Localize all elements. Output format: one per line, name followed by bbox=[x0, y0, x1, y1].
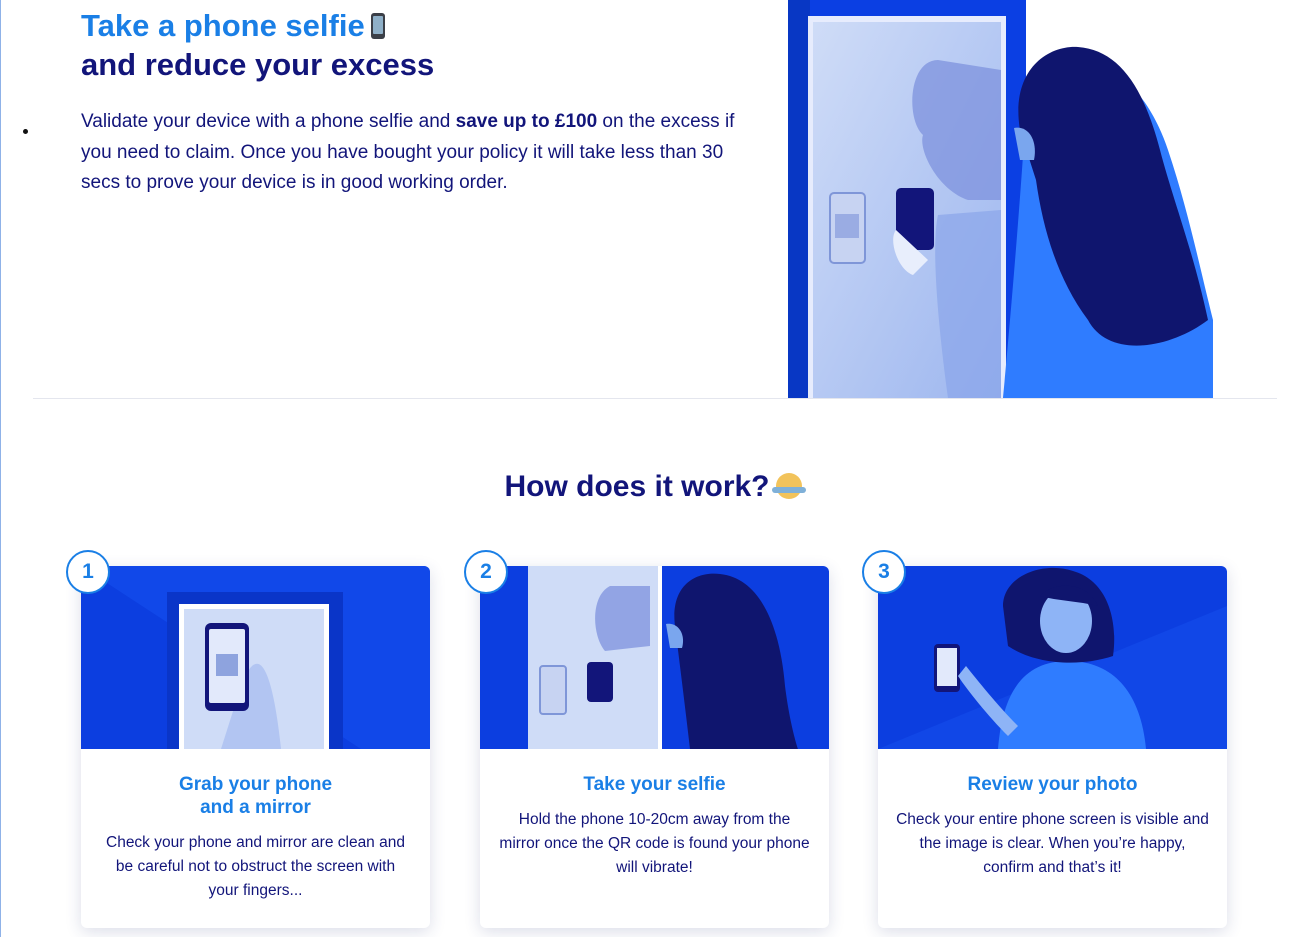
section-divider bbox=[33, 398, 1277, 399]
step-number-badge-2: 2 bbox=[464, 550, 508, 594]
step-card-2: Take your selfie Hold the phone 10-20cm … bbox=[480, 566, 829, 928]
person-shrugging-icon bbox=[771, 473, 806, 499]
mobile-phone-icon bbox=[370, 13, 385, 39]
step-card-1: Grab your phone and a mirror Check your … bbox=[81, 566, 430, 928]
step-card-3: Review your photo Check your entire phon… bbox=[878, 566, 1227, 928]
taking-selfie-illustration bbox=[480, 566, 829, 749]
step-title: Review your photo bbox=[967, 774, 1138, 795]
step-number-badge-1: 1 bbox=[66, 550, 110, 594]
bullet-dot bbox=[23, 129, 28, 134]
step-title: Take your selfie bbox=[583, 774, 726, 795]
left-border bbox=[0, 0, 1, 937]
reviewing-photo-illustration bbox=[878, 566, 1227, 749]
step-description: Hold the phone 10-20cm away from the mir… bbox=[499, 811, 810, 876]
step-number-badge-3: 3 bbox=[862, 550, 906, 594]
mirror-and-phone-illustration bbox=[81, 566, 430, 749]
hero-savings-highlight: save up to £100 bbox=[455, 111, 598, 132]
hero-description: Validate your device with a phone selfie… bbox=[81, 111, 735, 193]
step-description: Check your entire phone screen is visibl… bbox=[896, 811, 1209, 876]
how-it-works-title: How does it work? bbox=[0, 470, 1306, 504]
step-description: Check your phone and mirror are clean an… bbox=[106, 834, 405, 899]
hero-title: Take a phone selfie and reduce your exce… bbox=[81, 6, 434, 84]
step-title: Grab your phone and a mirror bbox=[178, 774, 333, 818]
hero-mirror-selfie-illustration bbox=[788, 0, 1213, 398]
hero-title-line1: Take a phone selfie bbox=[81, 6, 434, 45]
hero-title-line2: and reduce your excess bbox=[81, 47, 435, 82]
